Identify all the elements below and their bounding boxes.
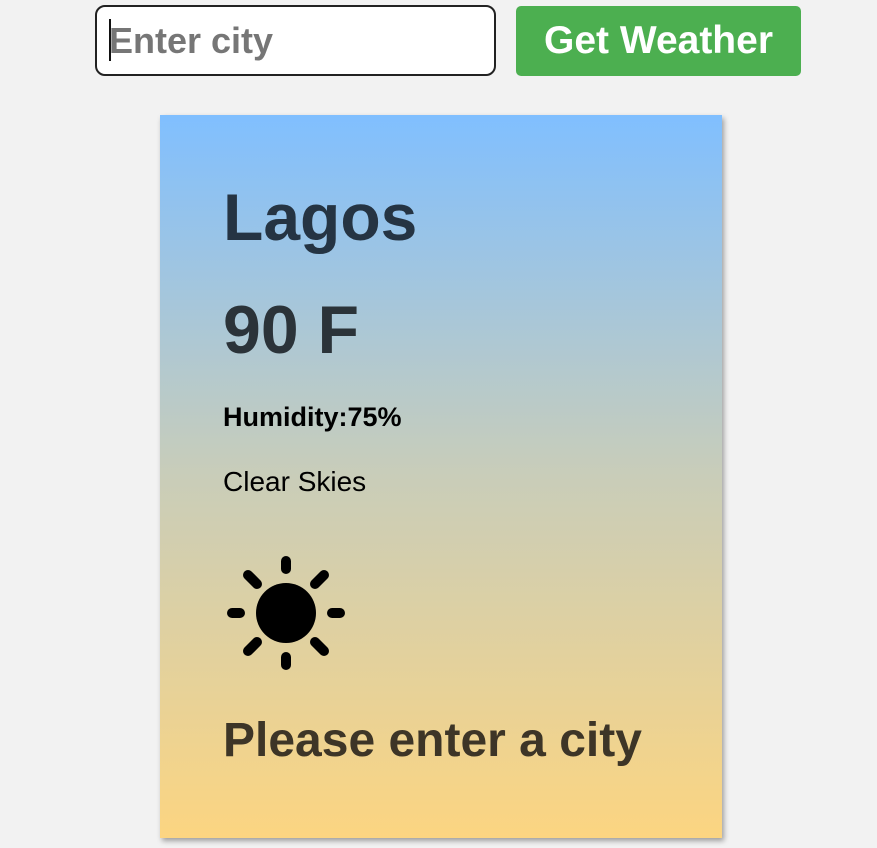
weather-description: Clear Skies: [223, 466, 367, 497]
text-caret: [109, 19, 111, 61]
get-weather-button[interactable]: Get Weather: [516, 6, 801, 76]
humidity: Humidity:75%: [223, 402, 402, 432]
temperature: 90 F: [223, 292, 360, 368]
city-input[interactable]: [95, 5, 496, 76]
sun-icon: [226, 555, 346, 675]
weather-card: Lagos 90 F Humidity:75% Clear Skies Plea…: [160, 115, 722, 838]
status-message: Please enter a city: [223, 714, 642, 767]
city-name: Lagos: [223, 180, 418, 254]
search-bar: Get Weather: [0, 0, 877, 80]
